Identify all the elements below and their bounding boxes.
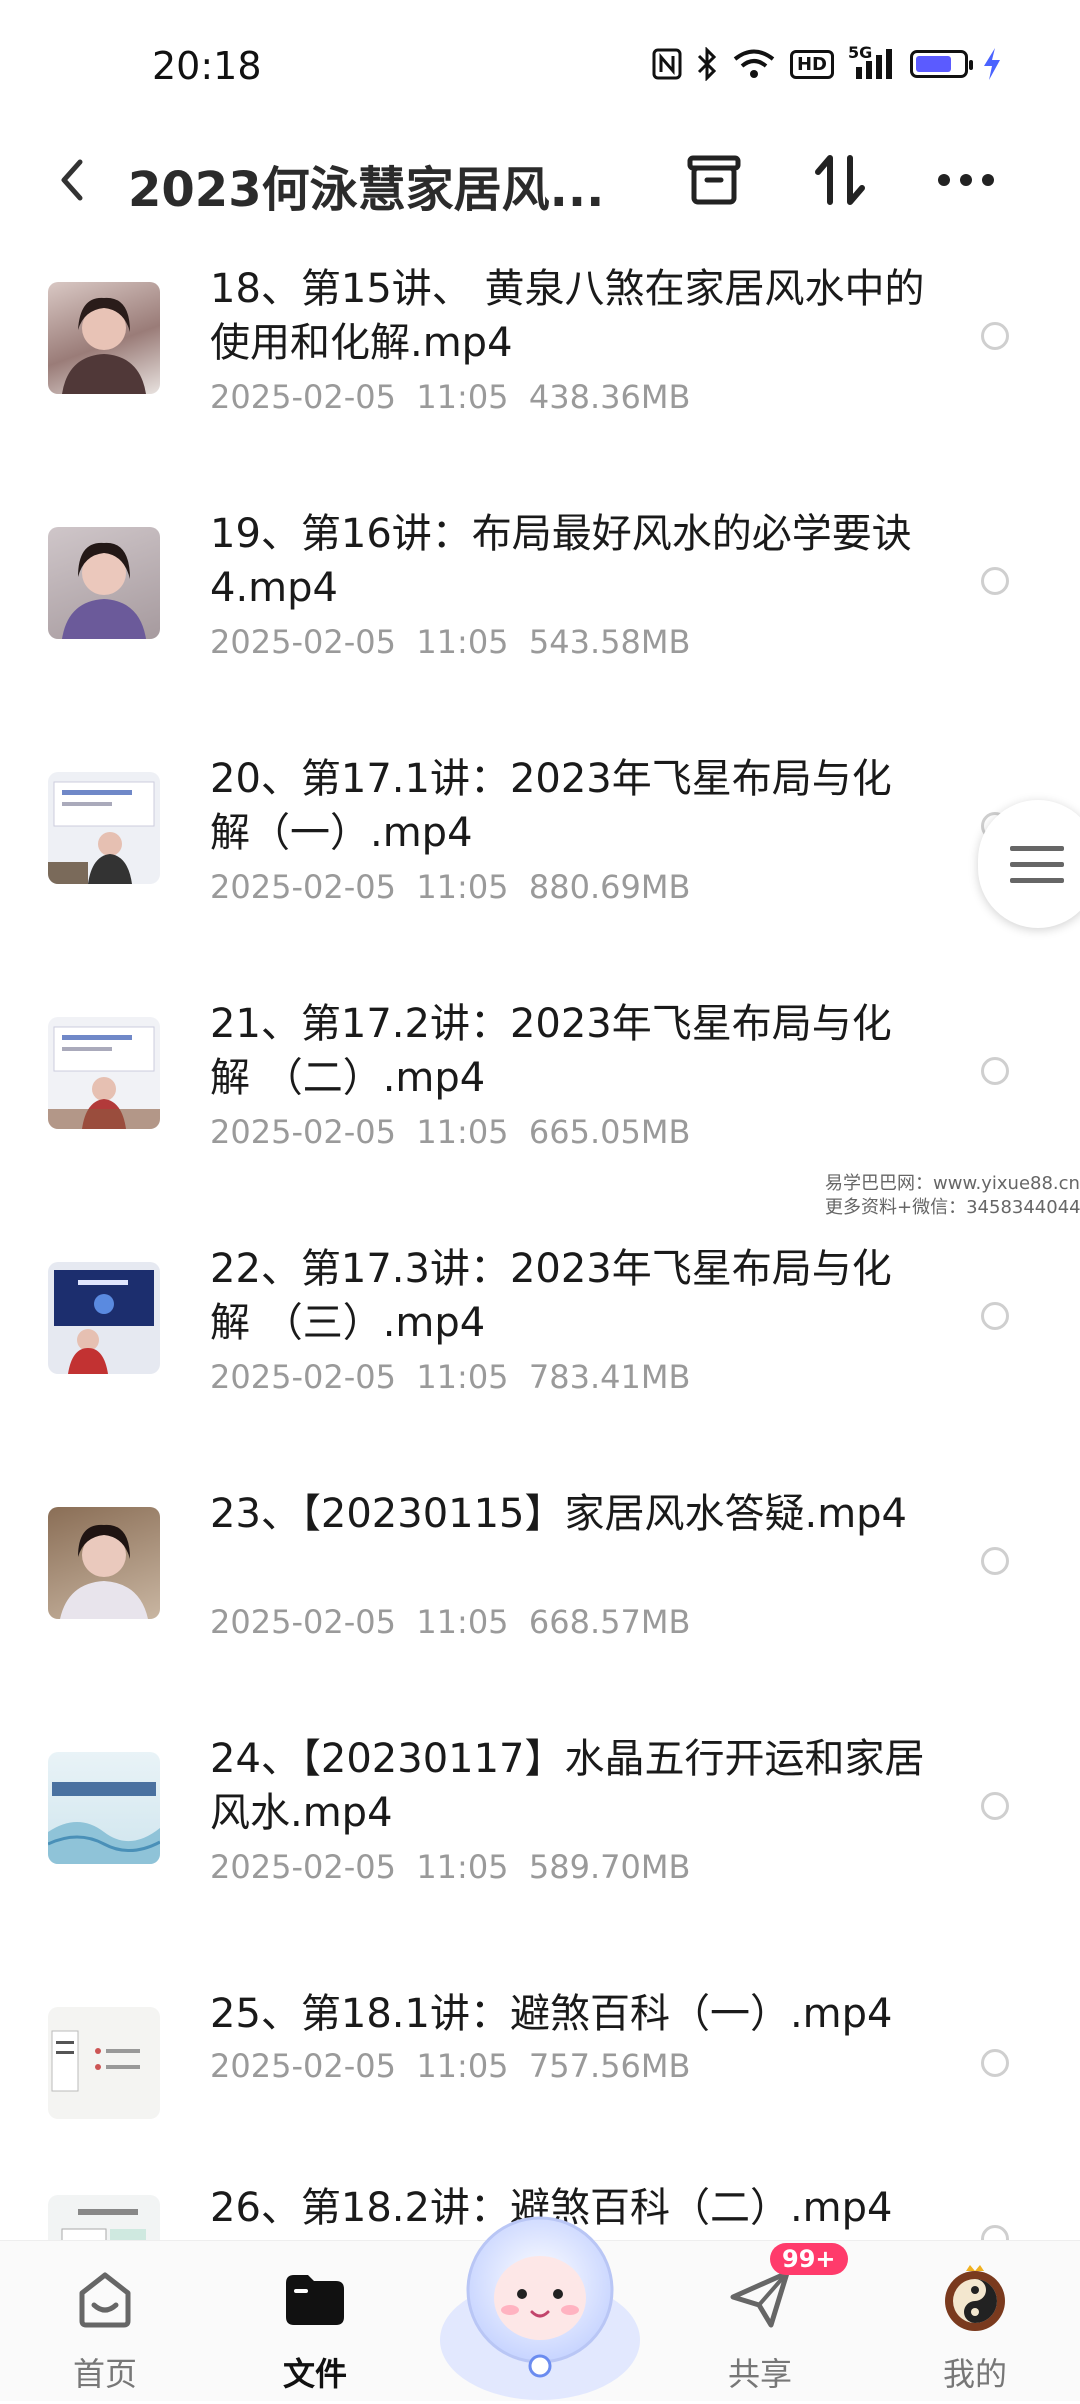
list-item[interactable]: 23、【20230115】家居风水答疑.mp4 2025-02-05 11:05… bbox=[0, 1475, 1080, 1720]
video-thumbnail bbox=[48, 772, 160, 884]
file-date: 2025-02-05 11:05 bbox=[210, 378, 509, 416]
mascot-icon[interactable] bbox=[430, 2190, 650, 2400]
select-radio[interactable] bbox=[981, 567, 1009, 595]
tab-share[interactable]: 99+ 共享 bbox=[680, 2241, 848, 2401]
video-thumbnail bbox=[48, 1507, 160, 1619]
back-arrow-icon[interactable] bbox=[50, 152, 94, 208]
file-size: 589.70MB bbox=[528, 1848, 691, 1886]
notification-badge: 99+ bbox=[770, 2243, 848, 2275]
more-icon[interactable] bbox=[930, 144, 1002, 216]
file-size: 668.57MB bbox=[528, 1603, 691, 1641]
file-meta: 2025-02-05 11:05 668.57MB bbox=[210, 1603, 690, 1641]
file-date: 2025-02-05 11:05 bbox=[210, 2047, 509, 2085]
list-item[interactable]: 25、第18.1讲：避煞百科（一）.mp4 2025-02-05 11:05 7… bbox=[0, 1965, 1080, 2155]
wifi-icon bbox=[732, 48, 776, 80]
tab-profile[interactable]: 我的 bbox=[895, 2241, 1055, 2401]
file-meta: 2025-02-05 11:05 757.56MB bbox=[210, 2047, 690, 2085]
file-size: 757.56MB bbox=[528, 2047, 691, 2085]
file-date: 2025-02-05 11:05 bbox=[210, 623, 509, 661]
folder-icon bbox=[280, 2263, 350, 2333]
video-thumbnail bbox=[48, 1262, 160, 1374]
top-app-bar: 2023何泳慧家居风... bbox=[0, 130, 1080, 230]
video-thumbnail bbox=[48, 1017, 160, 1129]
list-item[interactable]: 18、第15讲、 黄泉八煞在家居风水中的使用和化解.mp4 2025-02-05… bbox=[0, 250, 1080, 495]
floating-menu-button[interactable] bbox=[978, 800, 1080, 928]
file-name: 21、第17.2讲：2023年飞星布局与化解 （二）.mp4 bbox=[210, 1001, 892, 1101]
file-size: 665.05MB bbox=[528, 1113, 691, 1151]
avatar-icon bbox=[940, 2263, 1010, 2333]
file-meta: 2025-02-05 11:05 783.41MB bbox=[210, 1358, 690, 1396]
select-radio[interactable] bbox=[981, 1057, 1009, 1085]
charging-icon bbox=[982, 47, 1002, 81]
select-radio[interactable] bbox=[981, 1792, 1009, 1820]
watermark-text: 易学巴巴网：www.yixue88.cn 更多资料+微信：3458344044 bbox=[825, 1172, 1080, 1220]
tab-share-label: 共享 bbox=[727, 2355, 792, 2393]
archive-icon[interactable] bbox=[678, 144, 750, 216]
status-time: 20:18 bbox=[152, 44, 262, 88]
list-item[interactable]: 24、【20230117】水晶五行开运和家居风水.mp4 2025-02-05 … bbox=[0, 1720, 1080, 1965]
file-size: 880.69MB bbox=[528, 868, 691, 906]
file-name: 22、第17.3讲：2023年飞星布局与化解 （三）.mp4 bbox=[210, 1246, 892, 1346]
select-radio[interactable] bbox=[981, 1302, 1009, 1330]
file-name: 19、第16讲：布局最好风水的必学要诀4.mp4 bbox=[210, 511, 912, 611]
file-date: 2025-02-05 11:05 bbox=[210, 1113, 509, 1151]
nfc-icon bbox=[652, 48, 682, 80]
video-thumbnail bbox=[48, 2007, 160, 2119]
status-bar: 20:18 HD 5G bbox=[0, 0, 1080, 130]
video-thumbnail bbox=[48, 282, 160, 394]
hamburger-menu-icon bbox=[1010, 846, 1064, 883]
file-meta: 2025-02-05 11:05 665.05MB bbox=[210, 1113, 690, 1151]
file-date: 2025-02-05 11:05 bbox=[210, 1358, 509, 1396]
video-thumbnail bbox=[48, 2195, 160, 2240]
list-item[interactable]: 22、第17.3讲：2023年飞星布局与化解 （三）.mp4 2025-02-0… bbox=[0, 1230, 1080, 1475]
watermark-line-2: 更多资料+微信：3458344044 bbox=[825, 1197, 1080, 1218]
signal-5g-icon: 5G bbox=[848, 43, 896, 81]
hd-icon: HD bbox=[789, 49, 834, 79]
file-list[interactable]: 18、第15讲、 黄泉八煞在家居风水中的使用和化解.mp4 2025-02-05… bbox=[0, 250, 1080, 2240]
file-meta: 2025-02-05 11:05 438.36MB bbox=[210, 378, 690, 416]
page-title: 2023何泳慧家居风... bbox=[128, 162, 605, 218]
file-name: 18、第15讲、 黄泉八煞在家居风水中的使用和化解.mp4 bbox=[210, 266, 925, 366]
file-name: 20、第17.1讲：2023年飞星布局与化解（一）.mp4 bbox=[210, 756, 892, 856]
file-date: 2025-02-05 11:05 bbox=[210, 1603, 509, 1641]
select-radio[interactable] bbox=[981, 1547, 1009, 1575]
file-meta: 2025-02-05 11:05 880.69MB bbox=[210, 868, 690, 906]
status-icons: HD 5G bbox=[652, 43, 1002, 84]
file-name: 24、【20230117】水晶五行开运和家居风水.mp4 bbox=[210, 1736, 925, 1836]
tab-home[interactable]: 首页 bbox=[25, 2241, 185, 2401]
battery-icon bbox=[910, 50, 973, 78]
file-meta: 2025-02-05 11:05 589.70MB bbox=[210, 1848, 690, 1886]
file-name: 23、【20230115】家居风水答疑.mp4 bbox=[210, 1491, 908, 1537]
home-icon bbox=[70, 2263, 140, 2333]
select-radio[interactable] bbox=[981, 322, 1009, 350]
file-size: 438.36MB bbox=[528, 378, 691, 416]
file-date: 2025-02-05 11:05 bbox=[210, 868, 509, 906]
sort-icon[interactable] bbox=[804, 144, 876, 216]
file-date: 2025-02-05 11:05 bbox=[210, 1848, 509, 1886]
video-thumbnail bbox=[48, 527, 160, 639]
select-radio[interactable] bbox=[981, 2225, 1009, 2240]
file-name: 25、第18.1讲：避煞百科（一）.mp4 bbox=[210, 1991, 893, 2037]
bluetooth-icon bbox=[696, 47, 718, 81]
select-radio[interactable] bbox=[981, 2049, 1009, 2077]
tab-files-label: 文件 bbox=[282, 2355, 347, 2393]
tab-files[interactable]: 文件 bbox=[235, 2241, 395, 2401]
list-item[interactable]: 19、第16讲：布局最好风水的必学要诀4.mp4 2025-02-05 11:0… bbox=[0, 495, 1080, 740]
watermark-line-1: 易学巴巴网：www.yixue88.cn bbox=[825, 1173, 1080, 1194]
tab-home-label: 首页 bbox=[72, 2355, 137, 2393]
video-thumbnail bbox=[48, 1752, 160, 1864]
file-size: 543.58MB bbox=[528, 623, 691, 661]
list-item[interactable]: 20、第17.1讲：2023年飞星布局与化解（一）.mp4 2025-02-05… bbox=[0, 740, 1080, 985]
tab-profile-label: 我的 bbox=[942, 2355, 1007, 2393]
file-meta: 2025-02-05 11:05 543.58MB bbox=[210, 623, 690, 661]
file-size: 783.41MB bbox=[528, 1358, 691, 1396]
